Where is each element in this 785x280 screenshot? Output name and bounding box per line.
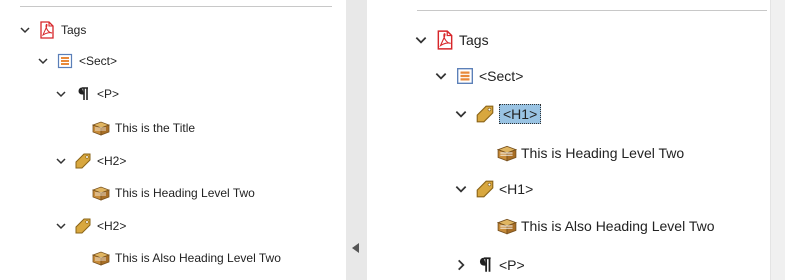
tree-item-label: <P> bbox=[97, 87, 120, 101]
tree-item-sect[interactable]: <Sect> bbox=[36, 51, 117, 71]
tree-item-label: <Sect> bbox=[79, 54, 118, 68]
content-box-icon bbox=[92, 119, 110, 137]
tree-item-label: <H2> bbox=[97, 219, 127, 233]
content-box-icon bbox=[92, 249, 110, 267]
tree-item-label: <H1> bbox=[499, 104, 542, 124]
tag-icon bbox=[475, 179, 495, 199]
left-tags-panel: Tags <Sect> <P> This is the Title <H2> T… bbox=[0, 0, 346, 280]
triangle-left-icon[interactable] bbox=[352, 240, 360, 258]
tree-item-h1-selected[interactable]: <H1> bbox=[453, 102, 542, 126]
right-tags-panel: Tags <Sect> <H1> This is Heading Level T… bbox=[367, 0, 770, 280]
vertical-scrollbar[interactable] bbox=[770, 0, 785, 280]
tag-icon bbox=[74, 217, 92, 235]
tag-icon bbox=[475, 104, 495, 124]
chevron-down-icon[interactable] bbox=[18, 23, 32, 37]
tree-item-label: This is the Title bbox=[115, 121, 196, 135]
tree-item-h2[interactable]: <H2> bbox=[54, 216, 126, 236]
tree-item-content[interactable]: This is Also Heading Level Two bbox=[475, 214, 715, 238]
tree-item-h1[interactable]: <H1> bbox=[453, 177, 533, 201]
tree-item-label: Tags bbox=[61, 23, 87, 37]
tag-icon bbox=[74, 152, 92, 170]
panel-splitter[interactable] bbox=[346, 0, 367, 280]
content-box-icon bbox=[497, 216, 517, 236]
tree-item-p[interactable]: <P> bbox=[54, 84, 119, 104]
chevron-down-icon[interactable] bbox=[433, 68, 449, 84]
tree-item-label: <P> bbox=[499, 257, 525, 273]
chevron-down-icon[interactable] bbox=[54, 219, 68, 233]
chevron-down-icon[interactable] bbox=[453, 106, 469, 122]
tree-item-content[interactable]: This is Also Heading Level Two bbox=[72, 248, 281, 268]
panel-top-divider bbox=[20, 6, 332, 7]
tree-item-label: This is Heading Level Two bbox=[115, 186, 255, 200]
chevron-right-icon[interactable] bbox=[453, 257, 469, 273]
content-box-icon bbox=[497, 143, 517, 163]
tree-item-label: <H2> bbox=[97, 154, 127, 168]
tree-item-label: This is Also Heading Level Two bbox=[115, 251, 281, 265]
chevron-down-icon[interactable] bbox=[54, 154, 68, 168]
tree-item-label: <H1> bbox=[499, 181, 534, 197]
pdf-icon bbox=[38, 21, 56, 39]
tree-item-content[interactable]: This is Heading Level Two bbox=[475, 141, 684, 165]
chevron-down-icon[interactable] bbox=[36, 54, 50, 68]
tree-item-label: <Sect> bbox=[479, 68, 524, 84]
tree-item-label: This is Also Heading Level Two bbox=[521, 218, 715, 234]
tree-item-h2[interactable]: <H2> bbox=[54, 151, 126, 171]
chevron-down-icon[interactable] bbox=[54, 87, 68, 101]
pdf-icon bbox=[435, 30, 455, 50]
section-icon bbox=[56, 52, 74, 70]
tree-item-content[interactable]: This is the Title bbox=[72, 118, 195, 138]
tree-item-tags[interactable]: Tags bbox=[18, 20, 86, 40]
section-icon bbox=[455, 66, 475, 86]
panel-top-divider bbox=[417, 10, 767, 11]
paragraph-icon bbox=[74, 85, 92, 103]
tree-item-label: This is Heading Level Two bbox=[521, 145, 685, 161]
chevron-down-icon[interactable] bbox=[413, 32, 429, 48]
tree-item-p[interactable]: <P> bbox=[453, 253, 525, 277]
tree-item-content[interactable]: This is Heading Level Two bbox=[72, 183, 255, 203]
tree-item-label: Tags bbox=[459, 32, 489, 48]
tree-item-tags[interactable]: Tags bbox=[413, 28, 489, 52]
tree-item-sect[interactable]: <Sect> bbox=[433, 64, 523, 88]
paragraph-icon bbox=[475, 255, 495, 275]
chevron-down-icon[interactable] bbox=[453, 181, 469, 197]
content-box-icon bbox=[92, 184, 110, 202]
